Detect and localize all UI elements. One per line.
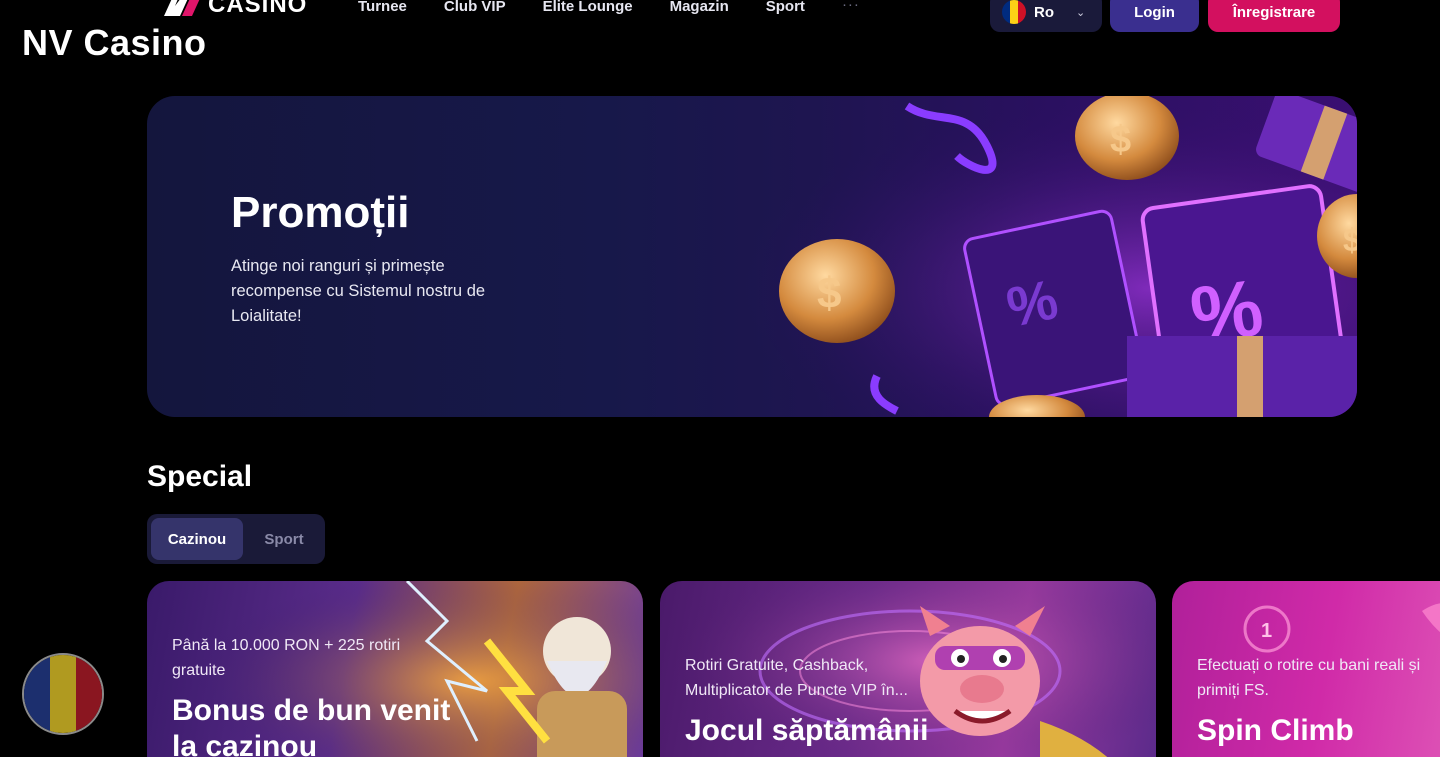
card-title: Jocul săptămânii xyxy=(685,714,929,747)
chevron-down-icon: ⌄ xyxy=(1076,6,1086,19)
hero-description: Atinge noi ranguri și primește recompens… xyxy=(231,257,486,325)
special-section-title: Special xyxy=(147,460,253,493)
flag-blue-stripe xyxy=(24,655,50,733)
gift-box-coins-illustration: % % $ $ $ xyxy=(667,96,1357,417)
top-navigation: CASINO Turnee Club VIP Elite Lounge Maga… xyxy=(0,0,1440,40)
tab-sport[interactable]: Sport xyxy=(249,518,319,560)
card-subtitle: Efectuați o rotire cu bani reali și prim… xyxy=(1197,657,1421,699)
romania-flag-button[interactable] xyxy=(22,653,104,735)
nav-item-magazin[interactable]: Magazin xyxy=(670,0,729,16)
nav-item-sport[interactable]: Sport xyxy=(766,0,805,16)
promo-card-welcome-bonus[interactable]: Până la 10.000 RON + 225 rotiri gratuite… xyxy=(147,581,643,757)
svg-text:$: $ xyxy=(1110,119,1131,161)
site-caption: NV Casino xyxy=(22,22,207,63)
logo-text: CASINO xyxy=(208,0,308,18)
promo-card-spin-climb[interactable]: 1 Efectuați o rotire cu bani reali și pr… xyxy=(1172,581,1440,757)
casino-logo[interactable]: CASINO xyxy=(162,0,307,18)
svg-text:$: $ xyxy=(817,269,841,318)
flag-yellow-stripe xyxy=(50,655,76,733)
promo-card-game-of-week[interactable]: Rotiri Gratuite, Cashback, Multiplicator… xyxy=(660,581,1156,757)
register-button[interactable]: Înregistrare xyxy=(1208,0,1340,32)
romania-flag-icon xyxy=(1002,0,1026,24)
hero-title: Promoții xyxy=(231,188,410,237)
card-title: Bonus de bun venit la cazinou xyxy=(172,694,451,757)
tab-cazinou[interactable]: Cazinou xyxy=(151,518,243,560)
promotions-hero-banner: % % $ $ $ Promoții Atinge noi ranguri și… xyxy=(147,96,1357,417)
main-nav: Turnee Club VIP Elite Lounge Magazin Spo… xyxy=(358,0,860,16)
svg-text:1: 1 xyxy=(1261,620,1272,642)
flag-red-stripe xyxy=(76,655,102,733)
login-button[interactable]: Login xyxy=(1110,0,1199,32)
language-label: Ro xyxy=(1034,3,1054,21)
nv-logo-icon xyxy=(164,0,200,16)
language-selector[interactable]: Ro ⌄ xyxy=(990,0,1102,32)
card-subtitle: Rotiri Gratuite, Cashback, Multiplicator… xyxy=(685,657,908,699)
more-menu-icon[interactable]: ··· xyxy=(842,0,860,16)
card-title: Spin Climb xyxy=(1197,714,1354,747)
nav-item-elite-lounge[interactable]: Elite Lounge xyxy=(543,0,633,16)
nav-item-turnee[interactable]: Turnee xyxy=(358,0,407,16)
special-tabs: Cazinou Sport xyxy=(147,514,325,564)
svg-text:$: $ xyxy=(1343,222,1357,258)
card-subtitle: Până la 10.000 RON + 225 rotiri gratuite xyxy=(172,637,401,679)
nav-item-club-vip[interactable]: Club VIP xyxy=(444,0,506,16)
